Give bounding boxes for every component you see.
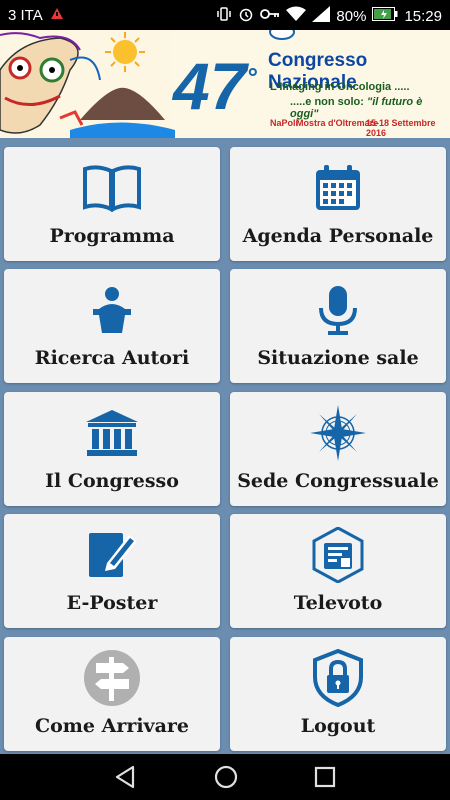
calendar-icon (313, 161, 363, 215)
logout-label: Logout (300, 715, 376, 737)
book-icon (82, 161, 142, 215)
clock: 15:29 (404, 7, 442, 25)
battery-percent: 80% (336, 7, 367, 25)
come-arrivare-button[interactable]: Come Arrivare (4, 637, 220, 751)
situazione-sale-button[interactable]: Situazione sale (230, 269, 446, 383)
edition-number: 47° (173, 49, 257, 123)
notification-icon (49, 6, 65, 24)
home-icon (214, 765, 238, 789)
back-button[interactable] (113, 764, 137, 794)
edit-document-icon (85, 528, 139, 582)
e-poster-button[interactable]: E-Poster (4, 514, 220, 628)
televoto-button[interactable]: Televoto (230, 514, 446, 628)
come-arrivare-label: Come Arrivare (34, 715, 190, 737)
wifi-icon (286, 6, 307, 26)
banner-subtitle-2: .....e non solo: "il futuro è oggi" (290, 96, 423, 120)
voting-device-icon (310, 527, 366, 583)
compass-rose-icon (309, 405, 367, 461)
banner-city: NaPoli (270, 118, 299, 128)
shield-lock-icon (312, 649, 364, 707)
il-congresso-label: Il Congresso (45, 470, 179, 492)
recents-button[interactable] (313, 764, 337, 794)
microphone-icon (316, 283, 360, 337)
signal-icon (312, 6, 331, 26)
speaker-podium-icon (87, 283, 137, 337)
navigation-bar (0, 754, 450, 800)
back-icon (115, 765, 135, 789)
key-icon (260, 7, 280, 25)
logout-button[interactable]: Logout (230, 637, 446, 751)
status-bar: 3 ITA 80% 15:29 (0, 0, 450, 30)
alarm-icon (238, 6, 254, 26)
carrier-label: 3 ITA (8, 6, 43, 24)
vibrate-icon (216, 6, 232, 26)
main-menu-grid: Programma Agenda Personale Ricerca Autor… (0, 140, 450, 754)
il-congresso-button[interactable]: Il Congresso (4, 392, 220, 506)
banner-subtitle-1: L'Imaging in Oncologia ..... (270, 81, 410, 93)
situazione-sale-label: Situazione sale (257, 347, 419, 369)
banner-dates: 15-18 Settembre 2016 (366, 118, 436, 138)
congress-banner: 47° Congresso Nazionale L'Imaging in Onc… (0, 30, 450, 138)
recents-icon (314, 766, 336, 788)
agenda-personale-button[interactable]: Agenda Personale (230, 147, 446, 261)
home-button[interactable] (213, 764, 239, 794)
sede-congressuale-button[interactable]: Sede Congressuale (230, 392, 446, 506)
agenda-personale-label: Agenda Personale (242, 225, 434, 247)
ricerca-autori-button[interactable]: Ricerca Autori (4, 269, 220, 383)
programma-button[interactable]: Programma (4, 147, 220, 261)
institution-icon (84, 406, 140, 460)
signpost-icon (83, 650, 141, 706)
e-poster-label: E-Poster (66, 592, 158, 614)
battery-icon (372, 7, 398, 25)
sede-congressuale-label: Sede Congressuale (237, 470, 439, 492)
televoto-label: Televoto (293, 592, 383, 614)
ricerca-autori-label: Ricerca Autori (34, 347, 190, 369)
programma-label: Programma (49, 225, 175, 247)
